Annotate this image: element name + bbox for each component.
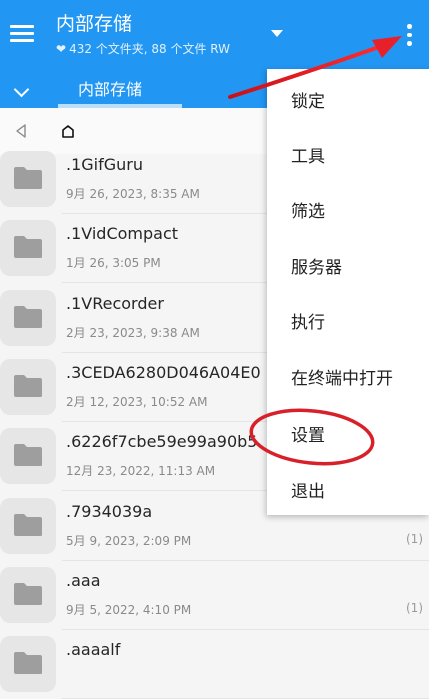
annotation-overlay — [228, 36, 402, 466]
highlight-circle — [249, 408, 375, 466]
arrow-shaft — [228, 46, 378, 99]
arrow-head-icon — [372, 36, 402, 58]
